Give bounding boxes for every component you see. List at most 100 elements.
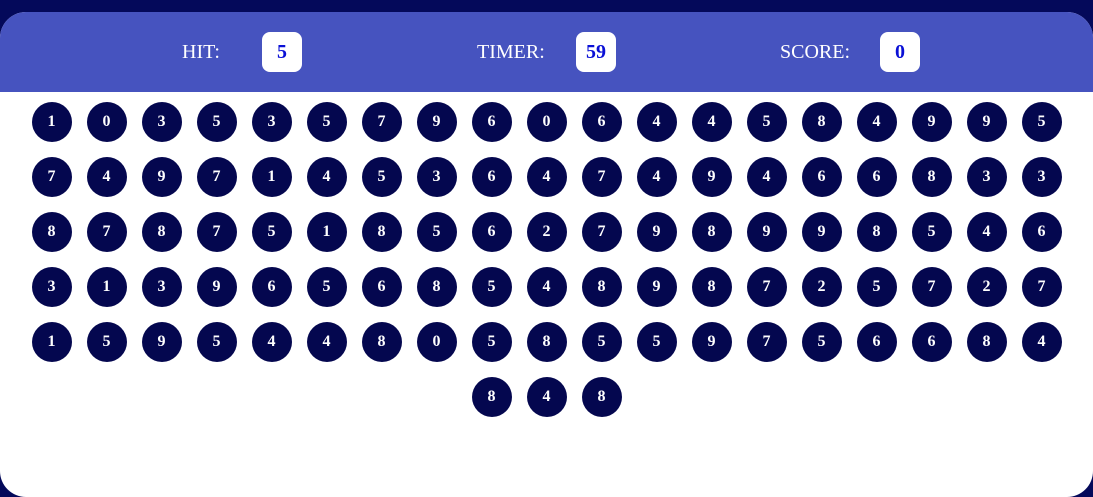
number-bubble[interactable]: 4 — [86, 157, 127, 197]
number-bubble[interactable]: 5 — [306, 102, 347, 142]
number-bubble[interactable]: 4 — [306, 322, 347, 362]
number-bubble[interactable]: 6 — [911, 322, 952, 362]
number-bubble[interactable]: 8 — [691, 212, 732, 252]
number-bubble[interactable]: 8 — [471, 377, 512, 417]
number-bubble[interactable]: 1 — [86, 267, 127, 307]
number-bubble[interactable]: 4 — [526, 377, 567, 417]
number-bubble[interactable]: 8 — [416, 267, 457, 307]
number-bubble[interactable]: 3 — [31, 267, 72, 307]
number-bubble[interactable]: 3 — [966, 157, 1007, 197]
number-bubble[interactable]: 3 — [141, 267, 182, 307]
number-bubble[interactable]: 5 — [416, 212, 457, 252]
number-bubble[interactable]: 6 — [471, 157, 512, 197]
number-bubble[interactable]: 5 — [306, 267, 347, 307]
number-bubble[interactable]: 3 — [251, 102, 292, 142]
number-bubble[interactable]: 5 — [581, 322, 622, 362]
number-bubble[interactable]: 5 — [746, 102, 787, 142]
number-bubble[interactable]: 7 — [746, 322, 787, 362]
number-bubble[interactable]: 2 — [966, 267, 1007, 307]
number-bubble[interactable]: 9 — [966, 102, 1007, 142]
number-bubble[interactable]: 7 — [581, 212, 622, 252]
number-bubble[interactable]: 6 — [1021, 212, 1062, 252]
number-bubble[interactable]: 7 — [746, 267, 787, 307]
number-bubble[interactable]: 7 — [196, 212, 237, 252]
number-bubble[interactable]: 4 — [856, 102, 897, 142]
number-bubble[interactable]: 9 — [801, 212, 842, 252]
number-bubble[interactable]: 5 — [1021, 102, 1062, 142]
number-bubble[interactable]: 0 — [526, 102, 567, 142]
number-bubble[interactable]: 4 — [636, 157, 677, 197]
number-bubble[interactable]: 5 — [196, 102, 237, 142]
number-bubble[interactable]: 5 — [196, 322, 237, 362]
number-bubble[interactable]: 5 — [361, 157, 402, 197]
number-bubble[interactable]: 3 — [141, 102, 182, 142]
number-bubble[interactable]: 1 — [31, 102, 72, 142]
number-bubble[interactable]: 9 — [636, 212, 677, 252]
number-bubble[interactable]: 8 — [361, 322, 402, 362]
number-bubble[interactable]: 5 — [471, 322, 512, 362]
number-bubble[interactable]: 7 — [581, 157, 622, 197]
number-bubble[interactable]: 4 — [691, 102, 732, 142]
number-bubble[interactable]: 5 — [471, 267, 512, 307]
number-bubble[interactable]: 4 — [306, 157, 347, 197]
number-bubble[interactable]: 7 — [31, 157, 72, 197]
number-bubble[interactable]: 9 — [691, 322, 732, 362]
score-value: 0 — [880, 32, 920, 72]
number-bubble[interactable]: 4 — [526, 267, 567, 307]
number-bubble[interactable]: 8 — [581, 267, 622, 307]
number-bubble[interactable]: 4 — [251, 322, 292, 362]
number-bubble[interactable]: 9 — [141, 322, 182, 362]
number-bubble[interactable]: 1 — [31, 322, 72, 362]
number-bubble[interactable]: 5 — [636, 322, 677, 362]
number-bubble[interactable]: 6 — [471, 102, 512, 142]
number-bubble[interactable]: 5 — [856, 267, 897, 307]
number-bubble[interactable]: 9 — [746, 212, 787, 252]
number-bubble[interactable]: 8 — [691, 267, 732, 307]
number-bubble[interactable]: 8 — [801, 102, 842, 142]
number-bubble[interactable]: 6 — [856, 322, 897, 362]
number-bubble[interactable]: 5 — [911, 212, 952, 252]
number-bubble[interactable]: 5 — [251, 212, 292, 252]
number-bubble[interactable]: 8 — [581, 377, 622, 417]
number-bubble[interactable]: 2 — [526, 212, 567, 252]
number-bubble[interactable]: 9 — [636, 267, 677, 307]
number-bubble[interactable]: 1 — [251, 157, 292, 197]
number-bubble[interactable]: 9 — [196, 267, 237, 307]
number-bubble[interactable]: 0 — [416, 322, 457, 362]
number-bubble[interactable]: 8 — [31, 212, 72, 252]
number-bubble[interactable]: 7 — [911, 267, 952, 307]
number-bubble[interactable]: 6 — [856, 157, 897, 197]
number-bubble[interactable]: 9 — [911, 102, 952, 142]
number-bubble[interactable]: 4 — [746, 157, 787, 197]
number-bubble[interactable]: 1 — [306, 212, 347, 252]
number-bubble[interactable]: 6 — [801, 157, 842, 197]
number-bubble[interactable]: 6 — [361, 267, 402, 307]
number-bubble[interactable]: 3 — [1021, 157, 1062, 197]
number-bubble[interactable]: 4 — [966, 212, 1007, 252]
number-bubble[interactable]: 8 — [856, 212, 897, 252]
number-bubble[interactable]: 4 — [1021, 322, 1062, 362]
number-bubble[interactable]: 8 — [361, 212, 402, 252]
number-bubble[interactable]: 7 — [1021, 267, 1062, 307]
number-bubble[interactable]: 9 — [691, 157, 732, 197]
number-bubble[interactable]: 6 — [471, 212, 512, 252]
number-bubble[interactable]: 0 — [86, 102, 127, 142]
number-bubble[interactable]: 7 — [86, 212, 127, 252]
number-bubble[interactable]: 7 — [361, 102, 402, 142]
number-bubble[interactable]: 6 — [581, 102, 622, 142]
number-bubble[interactable]: 4 — [526, 157, 567, 197]
number-bubble[interactable]: 7 — [196, 157, 237, 197]
hit-stat: HIT: 5 — [182, 32, 302, 72]
number-bubble[interactable]: 8 — [526, 322, 567, 362]
number-bubble[interactable]: 8 — [966, 322, 1007, 362]
number-bubble[interactable]: 3 — [416, 157, 457, 197]
number-bubble[interactable]: 2 — [801, 267, 842, 307]
number-bubble[interactable]: 9 — [141, 157, 182, 197]
number-bubble[interactable]: 9 — [416, 102, 457, 142]
number-bubble[interactable]: 8 — [141, 212, 182, 252]
number-bubble[interactable]: 6 — [251, 267, 292, 307]
number-bubble[interactable]: 5 — [86, 322, 127, 362]
number-bubble[interactable]: 5 — [801, 322, 842, 362]
number-bubble[interactable]: 8 — [911, 157, 952, 197]
number-bubble[interactable]: 4 — [636, 102, 677, 142]
